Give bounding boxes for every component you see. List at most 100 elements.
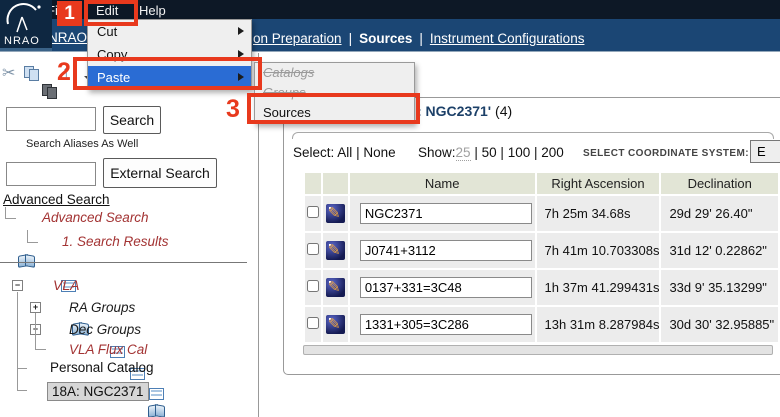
advanced-search-link[interactable]: Advanced Search [3, 192, 110, 207]
tree-connector [18, 368, 27, 369]
search-input[interactable] [6, 107, 96, 131]
source-dec: 33d 9' 35.13299" [661, 270, 778, 305]
menu-bar: File Edit Help [0, 0, 780, 19]
row-checkbox[interactable] [307, 280, 319, 292]
header-checkbox-col [305, 173, 321, 194]
table-row: 7h 25m 34.68s 29d 29' 26.40" [305, 196, 778, 231]
page-title-count: (4) [495, 103, 512, 119]
tree-node-dec-groups[interactable]: Dec Groups [69, 322, 141, 337]
copy-icon[interactable] [24, 66, 40, 82]
nrao-logo: NRAO [0, 0, 52, 51]
menu-item-copy[interactable]: Copy [88, 43, 251, 66]
up-arrow-icon[interactable]: ↑ [62, 62, 71, 82]
tree-connector [17, 292, 18, 391]
tree-connector [36, 349, 46, 350]
show-label: Show: [418, 145, 456, 160]
submenu-item-sources[interactable]: Sources [255, 103, 414, 123]
coordinate-system-button[interactable]: E [750, 140, 780, 163]
tree-node-advanced-search[interactable]: Advanced Search [42, 210, 149, 225]
source-name-input[interactable] [360, 314, 532, 335]
nav-current-sources: Sources [359, 31, 412, 46]
edit-source-icon[interactable] [326, 278, 345, 297]
row-checkbox[interactable] [307, 317, 319, 329]
source-dec: 30d 30' 32.95885" [661, 307, 778, 342]
sources-table: Name Right Ascension Declination 7h 25m … [303, 171, 780, 344]
submenu-item-groups: Groups [255, 83, 414, 103]
table-row: 1h 37m 41.299431s 33d 9' 35.13299" [305, 270, 778, 305]
nav-link-nrao[interactable]: NRAO [48, 30, 87, 45]
cut-icon[interactable]: ✂ [2, 63, 15, 83]
show-200-link[interactable]: 200 [541, 145, 564, 160]
opt-application-window: File Edit Help NRAO on Preparation | Sourc… [0, 0, 780, 417]
source-ra: 7h 41m 10.703308s [537, 233, 660, 268]
pipe-separator: | [534, 145, 538, 160]
submenu-item-catalogs: Catalogs [255, 63, 414, 83]
nav-link-observation-preparation[interactable]: on Preparation [253, 31, 342, 46]
row-checkbox[interactable] [307, 243, 319, 255]
tree-connector [35, 313, 36, 350]
source-name-input[interactable] [360, 277, 532, 298]
page-title-catalog: : NGC2371' [417, 103, 491, 119]
edit-source-icon[interactable] [326, 241, 345, 260]
menu-item-cut[interactable]: Cut [88, 20, 251, 43]
source-dec: 31d 12' 0.22862" [661, 233, 778, 268]
table-row: 13h 31m 8.287984s 30d 30' 32.95885" [305, 307, 778, 342]
select-none-link[interactable]: None [363, 145, 395, 160]
show-current: 25 [456, 145, 471, 161]
menu-edit[interactable]: Edit [96, 3, 118, 18]
expand-expander-icon[interactable]: + [30, 302, 41, 313]
paste-icon[interactable] [42, 84, 58, 100]
show-100-link[interactable]: 100 [508, 145, 531, 160]
pipe-separator: | [474, 145, 478, 160]
external-search-input[interactable] [6, 162, 96, 186]
source-name-input[interactable] [360, 203, 532, 224]
table-row: 7h 41m 10.703308s 31d 12' 0.22862" [305, 233, 778, 268]
edit-source-icon[interactable] [326, 315, 345, 334]
panel-top-scroll-edge [292, 132, 774, 139]
catalog-book-icon [148, 404, 165, 417]
table-horizontal-scrollbar[interactable] [303, 345, 773, 355]
pipe-separator: | [356, 145, 360, 160]
submenu-arrow-icon [238, 73, 244, 81]
source-ra: 1h 37m 41.299431s [537, 270, 660, 305]
annotation-number-3: 3 [226, 95, 240, 124]
list-icon [149, 388, 164, 400]
coordinate-system-label: SELECT COORDINATE SYSTEM: [583, 148, 749, 159]
page-title: : NGC2371' (4) [417, 103, 512, 119]
header-edit-col [323, 173, 348, 194]
header-name: Name [350, 173, 535, 194]
select-all-link[interactable]: All [337, 145, 352, 160]
row-checkbox[interactable] [307, 206, 319, 218]
collapse-expander-icon[interactable]: − [12, 280, 23, 291]
nav-link-instrument-configurations[interactable]: Instrument Configurations [430, 31, 585, 46]
select-label: Select: [293, 145, 334, 160]
submenu-arrow-icon [238, 27, 244, 35]
tree-node-selected-catalog[interactable]: 18A: NGC2371 [47, 382, 149, 401]
nav-separator: | [419, 31, 423, 46]
radio-dish-icon [3, 2, 49, 36]
nav-breadcrumb: on Preparation|Sources|Instrument Config… [253, 30, 584, 48]
menu-item-paste[interactable]: Paste [88, 66, 251, 89]
tree-node-vla-flux-cal[interactable]: VLA Flux Cal [69, 342, 147, 357]
external-search-button[interactable]: External Search [103, 158, 217, 188]
submenu-arrow-icon [238, 50, 244, 58]
menu-help[interactable]: Help [139, 3, 166, 18]
nrao-logo-text: NRAO [4, 35, 40, 47]
select-controls: Select: All | None [293, 145, 396, 160]
header-right-ascension: Right Ascension [537, 173, 660, 194]
tree-node-ra-groups[interactable]: RA Groups [69, 300, 135, 315]
source-dec: 29d 29' 26.40" [661, 196, 778, 231]
sidebar-divider [0, 262, 247, 263]
edit-source-icon[interactable] [326, 204, 345, 223]
tree-node-personal-catalog[interactable]: Personal Catalog [50, 360, 154, 375]
show-50-link[interactable]: 50 [482, 145, 497, 160]
tree-connector [18, 390, 27, 391]
source-name-input[interactable] [360, 240, 532, 261]
source-ra: 13h 31m 8.287984s [537, 307, 660, 342]
paste-submenu: Catalogs Groups Sources [254, 62, 415, 124]
edit-dropdown-menu: Cut Copy Paste [87, 19, 252, 90]
tree-node-vla[interactable]: VLA [53, 277, 79, 293]
search-button[interactable]: Search [103, 106, 161, 134]
search-aliases-label: Search Aliases As Well [26, 138, 138, 150]
tree-node-search-results[interactable]: 1. Search Results [62, 234, 169, 249]
